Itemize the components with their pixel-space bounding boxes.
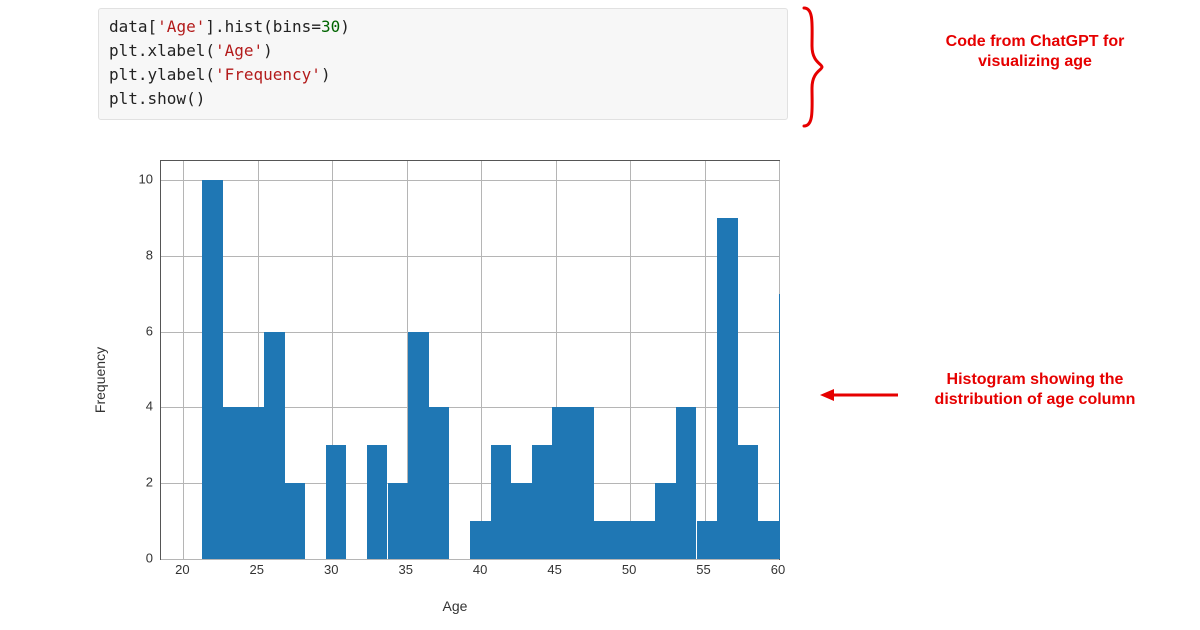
histogram-bar [202,180,223,559]
grid-h [161,332,779,333]
y-tick: 8 [105,247,153,262]
grid-h [161,559,779,560]
histogram-bar [697,521,718,559]
histogram-bar [408,332,429,559]
histogram-bar [779,294,780,559]
histogram-bar [388,483,409,559]
x-tick: 60 [771,562,785,577]
grid-v [183,161,184,559]
histogram-bar [594,521,615,559]
y-tick: 2 [105,475,153,490]
x-tick: 30 [324,562,338,577]
x-tick: 50 [622,562,636,577]
x-tick: 55 [696,562,710,577]
y-tick: 10 [105,171,153,186]
histogram-bar [635,521,656,559]
histogram-bar [326,445,347,559]
histogram-bar [717,218,738,559]
grid-h [161,256,779,257]
plot-area [161,161,779,559]
histogram-bar [573,407,594,559]
grid-h [161,180,779,181]
grid-v [630,161,631,559]
curly-brace-icon [800,6,824,128]
x-tick: 25 [250,562,264,577]
code-line-4: plt.show() [109,89,205,108]
plot-frame [160,160,780,560]
histogram-bar [511,483,532,559]
histogram-bar [552,407,573,559]
histogram-bar [758,521,779,559]
histogram-bar [532,445,553,559]
histogram-bar [223,407,244,559]
histogram-bar [367,445,388,559]
histogram-bar [243,407,264,559]
histogram-bar [264,332,285,559]
histogram-bar [491,445,512,559]
y-tick: 6 [105,323,153,338]
histogram-bar [470,521,491,559]
annotation-code: Code from ChatGPT for visualizing age [920,32,1150,72]
y-tick: 4 [105,399,153,414]
histogram-bar [655,483,676,559]
arrow-left-icon [820,388,900,402]
x-axis-label: Age [105,598,805,614]
x-tick: 20 [175,562,189,577]
grid-v [481,161,482,559]
code-line-3: plt.ylabel('Frequency') [109,65,331,84]
histogram-bar [738,445,759,559]
histogram-bar [614,521,635,559]
histogram-bar [676,407,697,559]
histogram-bar [285,483,306,559]
code-line-2: plt.xlabel('Age') [109,41,273,60]
grid-v [705,161,706,559]
x-tick: 45 [547,562,561,577]
x-tick: 40 [473,562,487,577]
histogram-chart: Frequency 0246810202530354045505560 Age [105,150,805,610]
x-tick: 35 [398,562,412,577]
code-line-1: data['Age'].hist(bins=30) [109,17,350,36]
histogram-bar [429,407,450,559]
y-tick: 0 [105,551,153,566]
code-block: data['Age'].hist(bins=30) plt.xlabel('Ag… [98,8,788,120]
annotation-histogram: Histogram showing the distribution of ag… [905,370,1165,410]
